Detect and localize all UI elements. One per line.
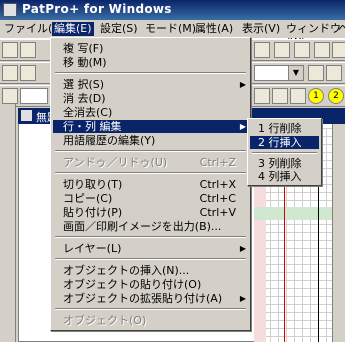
menu-item-delete-all[interactable]: 全消去(C) bbox=[63, 106, 248, 119]
submenu-item-insert-row[interactable]: 2 行挿入 bbox=[250, 136, 319, 149]
menu-edit[interactable]: 編集(E) bbox=[52, 22, 94, 36]
arrow-up-icon[interactable] bbox=[290, 88, 306, 104]
chevron-down-icon[interactable]: ▼ bbox=[288, 66, 303, 80]
new-file-icon[interactable] bbox=[2, 42, 18, 58]
menu-item-undo-redo[interactable]: アンドゥ／リドゥ(U) Ctrl+Z bbox=[63, 156, 248, 169]
submenu-item-label: 1 行削除 bbox=[258, 122, 302, 135]
menu-separator bbox=[55, 150, 246, 152]
cut-icon[interactable] bbox=[274, 42, 290, 58]
style-combo[interactable]: ▼ bbox=[254, 65, 304, 81]
circle-1-button[interactable]: 1 bbox=[308, 88, 324, 104]
menu-help[interactable]: ヘ bbox=[336, 22, 345, 36]
menu-separator bbox=[55, 172, 246, 174]
menu-item-move[interactable]: 移 動(M) bbox=[63, 56, 248, 69]
menu-item-term-history[interactable]: 用語履歴の編集(Y) bbox=[63, 134, 248, 147]
menu-item-label: 画面／印刷イメージを出力(B)... bbox=[63, 220, 222, 233]
circle-2-button[interactable]: 2 bbox=[328, 88, 344, 104]
submenu-item-delete-row[interactable]: 1 行削除 bbox=[258, 122, 318, 135]
pen-icon[interactable] bbox=[20, 65, 36, 81]
submenu-arrow-icon: ▶ bbox=[239, 80, 246, 89]
paste-icon[interactable] bbox=[314, 42, 330, 58]
menu-separator bbox=[55, 72, 246, 74]
shortcut-label: Ctrl+V bbox=[199, 206, 236, 219]
layout-icon[interactable] bbox=[2, 65, 18, 81]
submenu-arrow-icon: ▶ bbox=[239, 122, 246, 131]
table-icon[interactable] bbox=[308, 65, 324, 81]
menu-item-label: 選 択(S) bbox=[63, 78, 105, 91]
submenu-item-label: 2 行挿入 bbox=[258, 136, 302, 149]
menu-separator bbox=[55, 236, 246, 238]
menu-item-select[interactable]: 選 択(S) ▶ bbox=[63, 78, 248, 91]
copy-icon[interactable] bbox=[294, 42, 310, 58]
menu-item-label: コピー(C) bbox=[63, 192, 113, 205]
menu-separator bbox=[55, 258, 246, 260]
title-bar: PatPro+ for Windows bbox=[0, 0, 345, 20]
vertical-scrollbar[interactable] bbox=[332, 124, 345, 342]
menu-item-label: オブジェクトの拡張貼り付け(A) bbox=[63, 292, 223, 305]
app-icon bbox=[3, 3, 17, 17]
menu-item-layer[interactable]: レイヤー(L) ▶ bbox=[63, 242, 248, 255]
menu-item-label: 消 去(D) bbox=[63, 92, 106, 105]
menu-item-label: アンドゥ／リドゥ(U) bbox=[63, 156, 168, 169]
undo-icon[interactable] bbox=[332, 42, 345, 58]
menu-item-label: 行・列 編集 bbox=[63, 120, 122, 133]
highlighted-row bbox=[254, 207, 332, 220]
menu-settings[interactable]: 設定(S) bbox=[98, 22, 140, 36]
menu-item-label: 複 写(F) bbox=[63, 42, 104, 55]
menu-mode[interactable]: モード(M) bbox=[143, 22, 198, 36]
menu-item-export-image[interactable]: 画面／印刷イメージを出力(B)... bbox=[63, 220, 248, 233]
menu-item-copy[interactable]: コピー(C) Ctrl+C bbox=[63, 192, 248, 205]
menu-item-label: 貼り付け(P) bbox=[63, 206, 123, 219]
select-tool-icon[interactable] bbox=[254, 42, 270, 58]
menu-item-label: オブジェクトの挿入(N)... bbox=[63, 264, 190, 277]
menu-item-label: 用語履歴の編集(Y) bbox=[63, 134, 156, 147]
grid-icon[interactable] bbox=[326, 65, 342, 81]
node-branch-icon[interactable] bbox=[272, 88, 288, 104]
submenu-item-label: 4 列挿入 bbox=[258, 170, 302, 183]
menu-view[interactable]: 表示(V) bbox=[240, 22, 282, 36]
menu-item-paste-special-object[interactable]: オブジェクトの拡張貼り付け(A) ▶ bbox=[63, 292, 248, 305]
menu-item-object[interactable]: オブジェクト(O) bbox=[63, 314, 248, 327]
menu-item-cut[interactable]: 切り取り(T) Ctrl+X bbox=[63, 178, 248, 191]
submenu-arrow-icon: ▶ bbox=[239, 244, 246, 253]
menu-icon[interactable] bbox=[2, 88, 18, 104]
edit-menu-dropdown: 複 写(F) 移 動(M) 選 択(S) ▶ 消 去(D) 全消去(C) 行・列 … bbox=[50, 37, 251, 331]
menu-item-insert-object[interactable]: オブジェクトの挿入(N)... bbox=[63, 264, 248, 277]
menu-item-label: 全消去(C) bbox=[63, 106, 113, 119]
open-file-icon[interactable] bbox=[20, 42, 36, 58]
menu-item-label: 移 動(M) bbox=[63, 56, 107, 69]
shortcut-label: Ctrl+Z bbox=[199, 156, 236, 169]
line-style-combo[interactable] bbox=[20, 88, 48, 104]
menu-item-row-col-edit[interactable]: 行・列 編集 ▶ bbox=[53, 120, 248, 133]
menu-item-paste[interactable]: 貼り付け(P) Ctrl+V bbox=[63, 206, 248, 219]
menu-item-label: 切り取り(T) bbox=[63, 178, 123, 191]
menu-item-label: レイヤー(L) bbox=[63, 242, 122, 255]
menu-item-paste-object[interactable]: オブジェクトの貼り付け(O) bbox=[63, 278, 248, 291]
shortcut-label: Ctrl+X bbox=[199, 178, 236, 191]
submenu-item-insert-column[interactable]: 4 列挿入 bbox=[258, 170, 318, 183]
shortcut-label: Ctrl+C bbox=[199, 192, 236, 205]
menu-item-delete[interactable]: 消 去(D) bbox=[63, 92, 248, 105]
node-line-icon[interactable] bbox=[254, 88, 270, 104]
document-icon bbox=[21, 110, 32, 121]
submenu-separator bbox=[252, 152, 317, 154]
menu-item-label: オブジェクト(O) bbox=[63, 314, 147, 327]
menu-separator bbox=[55, 308, 246, 310]
left-toolstrip bbox=[0, 104, 16, 342]
menu-item-label: オブジェクトの貼り付け(O) bbox=[63, 278, 202, 291]
submenu-item-label: 3 列削除 bbox=[258, 157, 302, 170]
menu-attribute[interactable]: 属性(A) bbox=[193, 22, 235, 36]
submenu-arrow-icon: ▶ bbox=[239, 294, 246, 303]
submenu-item-delete-column[interactable]: 3 列削除 bbox=[258, 157, 318, 170]
row-col-submenu: 1 行削除 2 行挿入 3 列削除 4 列挿入 bbox=[247, 118, 322, 186]
menu-item-duplicate[interactable]: 複 写(F) bbox=[63, 42, 248, 55]
window-title: PatPro+ for Windows bbox=[22, 2, 172, 16]
